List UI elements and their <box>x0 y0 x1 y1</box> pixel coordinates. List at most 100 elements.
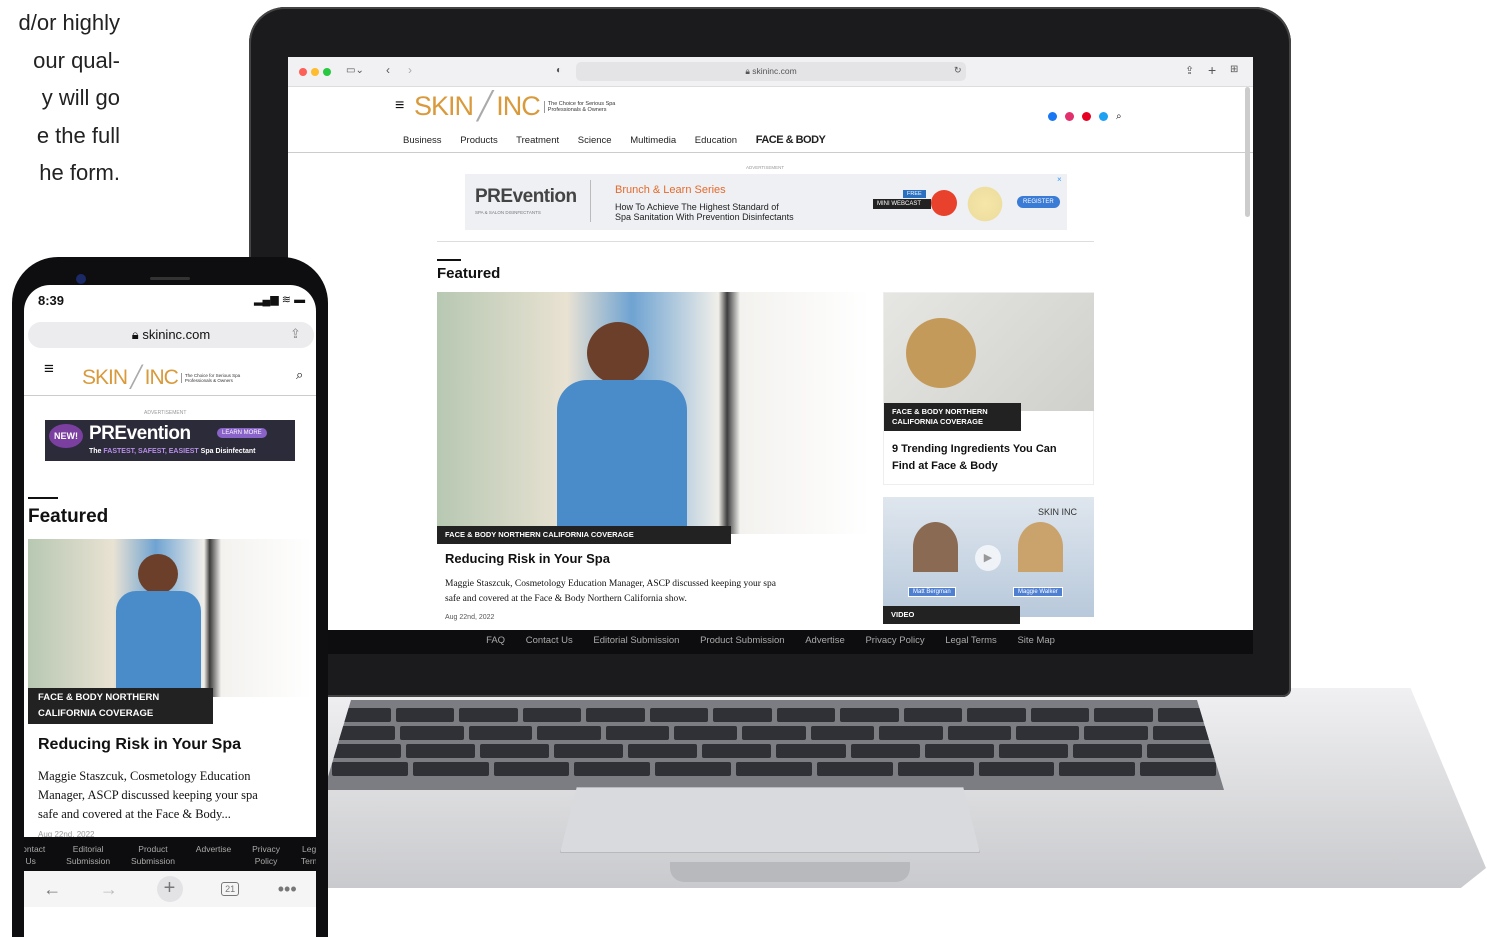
menu-icon[interactable]: ≡ <box>44 359 54 379</box>
close-window-button[interactable] <box>299 68 307 76</box>
ad-brand-sub: SPA & SALON DISINFECTANTS <box>475 210 541 215</box>
tagline-line: The Choice for Serious Spa <box>184 372 241 378</box>
minimize-window-button[interactable] <box>311 68 319 76</box>
video-story-card[interactable]: SKIN INC ▶ Matt Bergman Maggie Walker VI… <box>883 497 1094 624</box>
therapist-uniform-shape <box>116 591 201 697</box>
therapist-uniform-shape <box>557 380 687 530</box>
footer-link[interactable]: Advertise <box>196 843 231 871</box>
logo-swoosh-icon: ╱ <box>130 366 143 389</box>
instagram-icon[interactable] <box>1065 112 1074 121</box>
signal-icon: ▂▄▆ <box>254 294 279 306</box>
ad-headline: How To Achieve The Highest Standard of S… <box>615 202 794 222</box>
back-icon[interactable]: ‹ <box>386 63 390 77</box>
footer-line: Contact <box>24 844 46 854</box>
twitter-icon[interactable] <box>1099 112 1108 121</box>
privacy-shield-icon[interactable]: ◐ <box>556 65 562 76</box>
more-options-icon[interactable]: ••• <box>278 879 297 900</box>
footer-link[interactable]: Privacy Policy <box>252 843 280 871</box>
new-tab-icon[interactable]: + <box>1208 62 1216 78</box>
ad-learn-more-button[interactable]: LEARN MORE <box>217 428 267 438</box>
name-tag-right: Maggie Walker <box>1013 587 1063 597</box>
ad-tagline-prefix: The <box>89 448 102 455</box>
category-line: FACE & BODY NORTHERN <box>892 407 988 416</box>
nav-item-science[interactable]: Science <box>578 135 612 146</box>
footer-link[interactable]: Contact Us <box>24 843 45 871</box>
footer-link[interactable]: FAQ <box>486 635 505 646</box>
ad-headline-line: Spa Sanitation With Prevention Disinfect… <box>615 212 794 222</box>
side-copy-line: y will go <box>41 85 120 110</box>
nav-item-face-body[interactable]: FACE & BODY <box>756 134 826 146</box>
back-icon[interactable]: ← <box>43 879 61 900</box>
phone-browser-toolbar: ← → + 21 ••• <box>24 871 316 907</box>
side-copy-line: e the full <box>36 122 120 148</box>
main-story-date: Aug 22nd, 2022 <box>445 614 495 621</box>
ad-close-icon[interactable]: × <box>1057 175 1062 184</box>
facebook-icon[interactable] <box>1048 112 1057 121</box>
tab-count-button[interactable]: 21 <box>221 882 240 896</box>
main-story-title[interactable]: Reducing Risk in Your Spa <box>445 551 610 566</box>
share-icon[interactable]: ⇪ <box>1185 64 1194 77</box>
phone-site-logo[interactable]: SKIN ╱ INC The Choice for Serious Spa Pr… <box>82 365 240 390</box>
play-icon[interactable]: ▶ <box>975 545 1001 571</box>
forward-icon[interactable]: › <box>408 63 412 77</box>
footer-link[interactable]: Legal Terms <box>945 635 997 646</box>
nav-item-products[interactable]: Products <box>460 135 498 146</box>
pinterest-icon[interactable] <box>1082 112 1091 121</box>
category-line: CALIFORNIA COVERAGE <box>892 417 983 426</box>
footer-link[interactable]: Product Submission <box>131 843 175 871</box>
address-text: skininc.com <box>752 66 797 76</box>
footer-link[interactable]: Privacy Policy <box>865 635 924 646</box>
footer-line: Terms <box>300 856 316 866</box>
person-left-shape <box>913 522 958 572</box>
laptop-screen: ▭⌄ ‹ › ◐ 🔒︎ skininc.com ↻ ⇪ + ⊞ ≡ SKIN ╱… <box>288 57 1253 654</box>
story-title[interactable]: Reducing Risk in Your Spa <box>38 736 241 754</box>
search-icon[interactable]: ⌕ <box>1116 112 1125 122</box>
category-line: FACE & BODY NORTHERN <box>38 692 160 703</box>
story-image[interactable] <box>28 539 312 697</box>
footer-line: Policy <box>254 856 278 866</box>
footer-link[interactable]: Editorial Submission <box>66 843 110 871</box>
phone-ad-banner[interactable]: NEW! PREvention LEARN MORE The FASTEST, … <box>45 420 295 461</box>
lock-icon: 🔒︎ <box>745 66 750 76</box>
new-tab-icon[interactable]: + <box>156 876 183 902</box>
ad-new-badge: NEW! <box>49 424 83 448</box>
zoom-window-button[interactable] <box>323 68 331 76</box>
video-logo: SKIN INC <box>1038 507 1078 517</box>
front-camera-icon <box>76 274 86 284</box>
reload-icon[interactable]: ↻ <box>954 65 962 76</box>
footer-link[interactable]: Advertise <box>805 635 845 646</box>
nav-item-education[interactable]: Education <box>695 135 737 146</box>
menu-icon[interactable]: ≡ <box>395 97 404 115</box>
main-story-category[interactable]: FACE & BODY NORTHERN CALIFORNIA COVERAGE <box>437 526 731 544</box>
side-story-card[interactable]: FACE & BODY NORTHERN CALIFORNIA COVERAGE… <box>883 292 1094 485</box>
search-icon[interactable]: ⌕ <box>296 367 303 383</box>
share-icon[interactable]: ⇪ <box>290 326 301 342</box>
speaker-grille <box>150 277 190 280</box>
site-logo[interactable]: SKIN ╱ INC The Choice for Serious Spa Pr… <box>414 91 615 122</box>
lock-icon: 🔒︎ <box>131 327 139 342</box>
nav-item-multimedia[interactable]: Multimedia <box>630 135 676 146</box>
video-category: VIDEO <box>883 606 1020 624</box>
nav-item-treatment[interactable]: Treatment <box>516 135 559 146</box>
footer-link[interactable]: Legal Terms <box>301 843 316 871</box>
footer-link[interactable]: Contact Us <box>526 635 573 646</box>
address-bar[interactable]: 🔒︎ skininc.com <box>576 62 966 81</box>
phone-address-bar[interactable]: 🔒︎ skininc.com <box>28 322 314 348</box>
tab-overview-icon[interactable]: ⊞ <box>1230 64 1238 75</box>
main-story-image[interactable] <box>437 292 870 534</box>
ad-banner[interactable]: PREvention SPA & SALON DISINFECTANTS Bru… <box>465 174 1067 230</box>
summary-line: safe and covered at the Face & Body... <box>38 807 231 821</box>
footer-link[interactable]: Editorial Submission <box>593 635 679 646</box>
scrollbar[interactable] <box>1245 87 1250 217</box>
logo-text-2: INC <box>496 91 540 121</box>
nav-item-business[interactable]: Business <box>403 135 442 146</box>
forward-icon[interactable]: → <box>100 879 118 900</box>
ad-brand: PREvention <box>475 186 577 207</box>
footer-link[interactable]: Product Submission <box>700 635 784 646</box>
site-footer: FAQ Contact Us Editorial Submission Prod… <box>288 630 1253 654</box>
sidebar-icon[interactable]: ▭⌄ <box>346 65 364 76</box>
ad-register-button[interactable]: REGISTER <box>1017 196 1060 208</box>
side-copy: d/or highly our qual- y will go e the fu… <box>0 4 120 192</box>
story-category[interactable]: FACE & BODY NORTHERN CALIFORNIA COVERAGE <box>28 688 213 724</box>
footer-link[interactable]: Site Map <box>1017 635 1055 646</box>
